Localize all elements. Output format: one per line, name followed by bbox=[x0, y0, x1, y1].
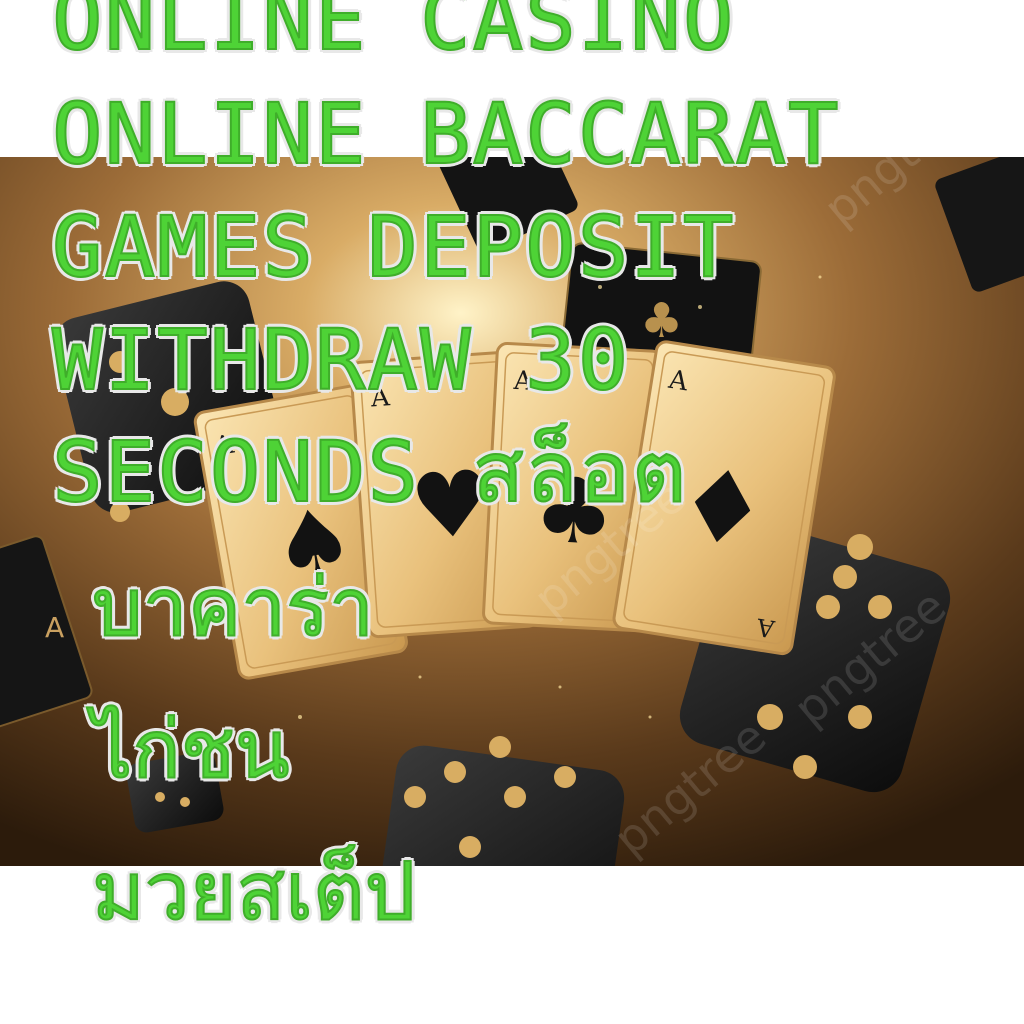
muay-step-label: มวยสเต็ป bbox=[91, 845, 416, 938]
headline-line-4: WITHDRAW 30 bbox=[51, 311, 631, 409]
svg-text:A: A bbox=[45, 611, 64, 644]
cockfight-label: ไก่ชน bbox=[91, 703, 291, 796]
headline-line-5: SECONDS สล็อต bbox=[51, 423, 689, 521]
svg-text:♣: ♣ bbox=[640, 293, 683, 349]
headline-line-2: ONLINE BACCARAT bbox=[51, 85, 841, 183]
headline-line-3: GAMES DEPOSIT bbox=[51, 198, 736, 296]
baccarat-label: บาคาร่า bbox=[91, 561, 375, 654]
headline-line-1: ONLINE CASINO bbox=[51, 0, 736, 69]
